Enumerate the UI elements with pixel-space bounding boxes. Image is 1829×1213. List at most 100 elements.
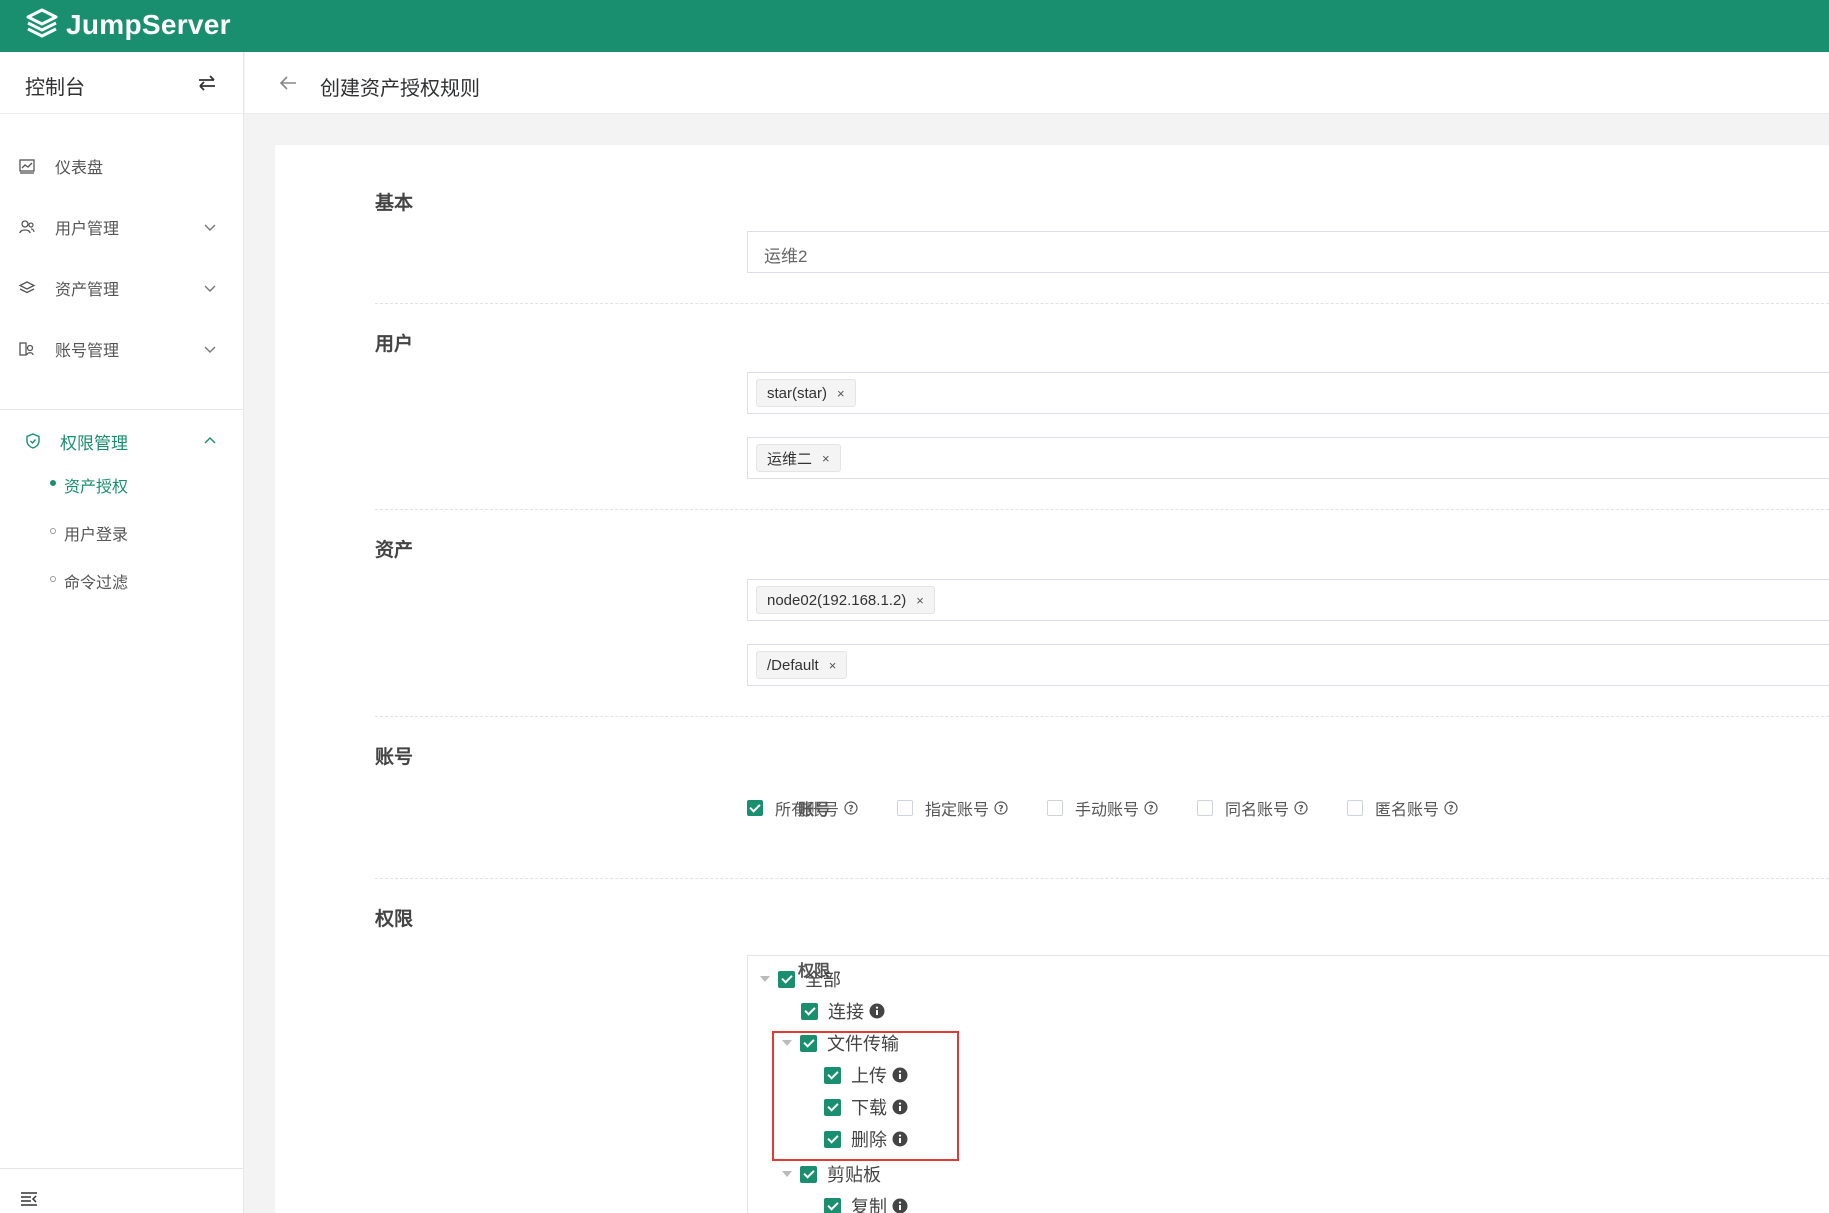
back-arrow-icon[interactable] (277, 72, 299, 94)
jumpserver-logo-icon (26, 8, 58, 38)
account-option-label: 同名账号 (1225, 802, 1290, 819)
account-option-label: 匿名账号 (1375, 802, 1440, 819)
svg-text:?: ? (1148, 805, 1153, 815)
sidebar-header: 控制台 (0, 52, 243, 114)
question-icon[interactable]: ? (1144, 801, 1158, 815)
sidebar: 控制台 仪表盘 用户管理 资产管理 账号管理 权限管理 资产授权 用户登录 命令… (0, 52, 244, 1213)
users-icon (19, 220, 35, 234)
bullet-icon (50, 576, 56, 582)
section-title-basic: 基本 (375, 193, 414, 214)
account-option-specified[interactable]: 指定账号 ? (897, 796, 1008, 820)
chevron-down-icon (204, 285, 216, 292)
chevron-down-icon (204, 224, 216, 231)
swap-icon[interactable] (196, 72, 218, 94)
account-option-anonymous[interactable]: 匿名账号 ? (1347, 796, 1458, 820)
tree-node-label: 剪贴板 (827, 1165, 881, 1185)
name-field[interactable]: 运维2 (747, 231, 1829, 273)
sidebar-subitem-label: 资产授权 (64, 479, 129, 496)
sidebar-item-label: 权限管理 (60, 433, 128, 453)
sidebar-subitem-asset-permission[interactable]: 资产授权 (0, 463, 244, 503)
section-title-permission: 权限 (375, 909, 414, 930)
remove-tag-icon[interactable]: × (829, 658, 837, 673)
sidebar-item-label: 账号管理 (55, 343, 120, 360)
remove-tag-icon[interactable]: × (916, 593, 924, 608)
svg-text:?: ? (1448, 805, 1453, 815)
chevron-up-icon (204, 437, 216, 444)
question-icon[interactable]: ? (844, 801, 858, 815)
accounts-icon (19, 342, 34, 356)
account-option-all[interactable]: 所有账号 ? (747, 796, 858, 820)
remove-tag-icon[interactable]: × (822, 451, 830, 466)
user-groups-select[interactable]: 运维二 × (747, 437, 1829, 479)
info-icon[interactable] (869, 1003, 885, 1019)
user-tag: star(star) × (756, 379, 856, 407)
section-divider (375, 303, 1829, 304)
user-group-tag-label: 运维二 (767, 450, 813, 468)
dashboard-icon (19, 159, 35, 174)
checkbox[interactable] (897, 800, 913, 816)
assets-icon (18, 281, 36, 294)
sidebar-item-assets[interactable]: 资产管理 (0, 258, 244, 318)
shield-icon (26, 433, 40, 449)
bullet-icon (50, 480, 56, 486)
brand-name: JumpServer (66, 9, 231, 40)
top-bar: JumpServer (0, 0, 1829, 52)
sidebar-subitem-user-login[interactable]: 用户登录 (0, 511, 244, 551)
page-title: 创建资产授权规则 (320, 78, 480, 100)
node-tag: /Default × (756, 651, 848, 679)
checkbox-checked[interactable] (747, 800, 763, 816)
checkbox[interactable] (1347, 800, 1363, 816)
checkbox-checked[interactable] (778, 970, 795, 988)
sidebar-item-label: 资产管理 (55, 282, 120, 299)
checkbox[interactable] (1047, 800, 1063, 816)
caret-down-icon[interactable] (760, 976, 770, 982)
tree-node-connect[interactable]: 连接 (801, 998, 885, 1024)
sidebar-title: 控制台 (25, 77, 85, 99)
sidebar-item-permissions[interactable]: 权限管理 (0, 411, 244, 471)
tree-node-clipboard[interactable]: 剪贴板 (782, 1161, 881, 1187)
section-divider (375, 716, 1829, 717)
bullet-icon (50, 528, 56, 534)
checkbox-checked[interactable] (801, 1002, 818, 1020)
node-tag-label: /Default (767, 656, 819, 674)
info-icon[interactable] (892, 1198, 908, 1213)
sidebar-item-users[interactable]: 用户管理 (0, 197, 244, 257)
sidebar-item-accounts[interactable]: 账号管理 (0, 319, 244, 379)
annotation-highlight-box (772, 1031, 959, 1161)
question-icon[interactable]: ? (1444, 801, 1458, 815)
brand-logo[interactable]: JumpServer (24, 7, 231, 43)
user-tag-label: star(star) (767, 384, 827, 402)
question-icon[interactable]: ? (1294, 801, 1308, 815)
account-option-same-name[interactable]: 同名账号 ? (1197, 796, 1308, 820)
users-select[interactable]: star(star) × (747, 372, 1829, 414)
sidebar-footer (0, 1168, 244, 1213)
asset-tag: node02(192.168.1.2) × (756, 586, 935, 614)
caret-down-icon[interactable] (782, 1171, 792, 1177)
tree-node-all[interactable]: 全部 (760, 966, 841, 992)
account-option-label: 手动账号 (1075, 802, 1140, 819)
user-group-tag: 运维二 × (756, 444, 841, 472)
sidebar-divider (0, 409, 244, 410)
sidebar-subitem-command-filter[interactable]: 命令过滤 (0, 559, 244, 599)
checkbox-checked[interactable] (800, 1165, 817, 1183)
nodes-select[interactable]: /Default × (747, 644, 1829, 686)
chevron-down-icon (204, 346, 216, 353)
assets-select[interactable]: node02(192.168.1.2) × (747, 579, 1829, 621)
sidebar-subitem-label: 命令过滤 (64, 575, 129, 592)
sidebar-item-dashboard[interactable]: 仪表盘 (0, 136, 244, 196)
tree-node-copy[interactable]: 复制 (824, 1193, 908, 1213)
sidebar-item-label: 用户管理 (55, 221, 120, 238)
checkbox[interactable] (1197, 800, 1213, 816)
checkbox-checked[interactable] (824, 1197, 841, 1213)
tree-node-label: 全部 (805, 970, 841, 990)
section-title-user: 用户 (375, 334, 414, 355)
page-header: 创建资产授权规则 (245, 52, 1829, 114)
collapse-menu-icon[interactable] (20, 1191, 38, 1207)
account-option-manual[interactable]: 手动账号 ? (1047, 796, 1158, 820)
question-icon[interactable]: ? (994, 801, 1008, 815)
account-option-label: 所有账号 (775, 802, 840, 819)
tree-node-label: 复制 (851, 1197, 887, 1213)
svg-text:?: ? (998, 805, 1003, 815)
remove-tag-icon[interactable]: × (837, 386, 845, 401)
section-divider (375, 878, 1829, 879)
